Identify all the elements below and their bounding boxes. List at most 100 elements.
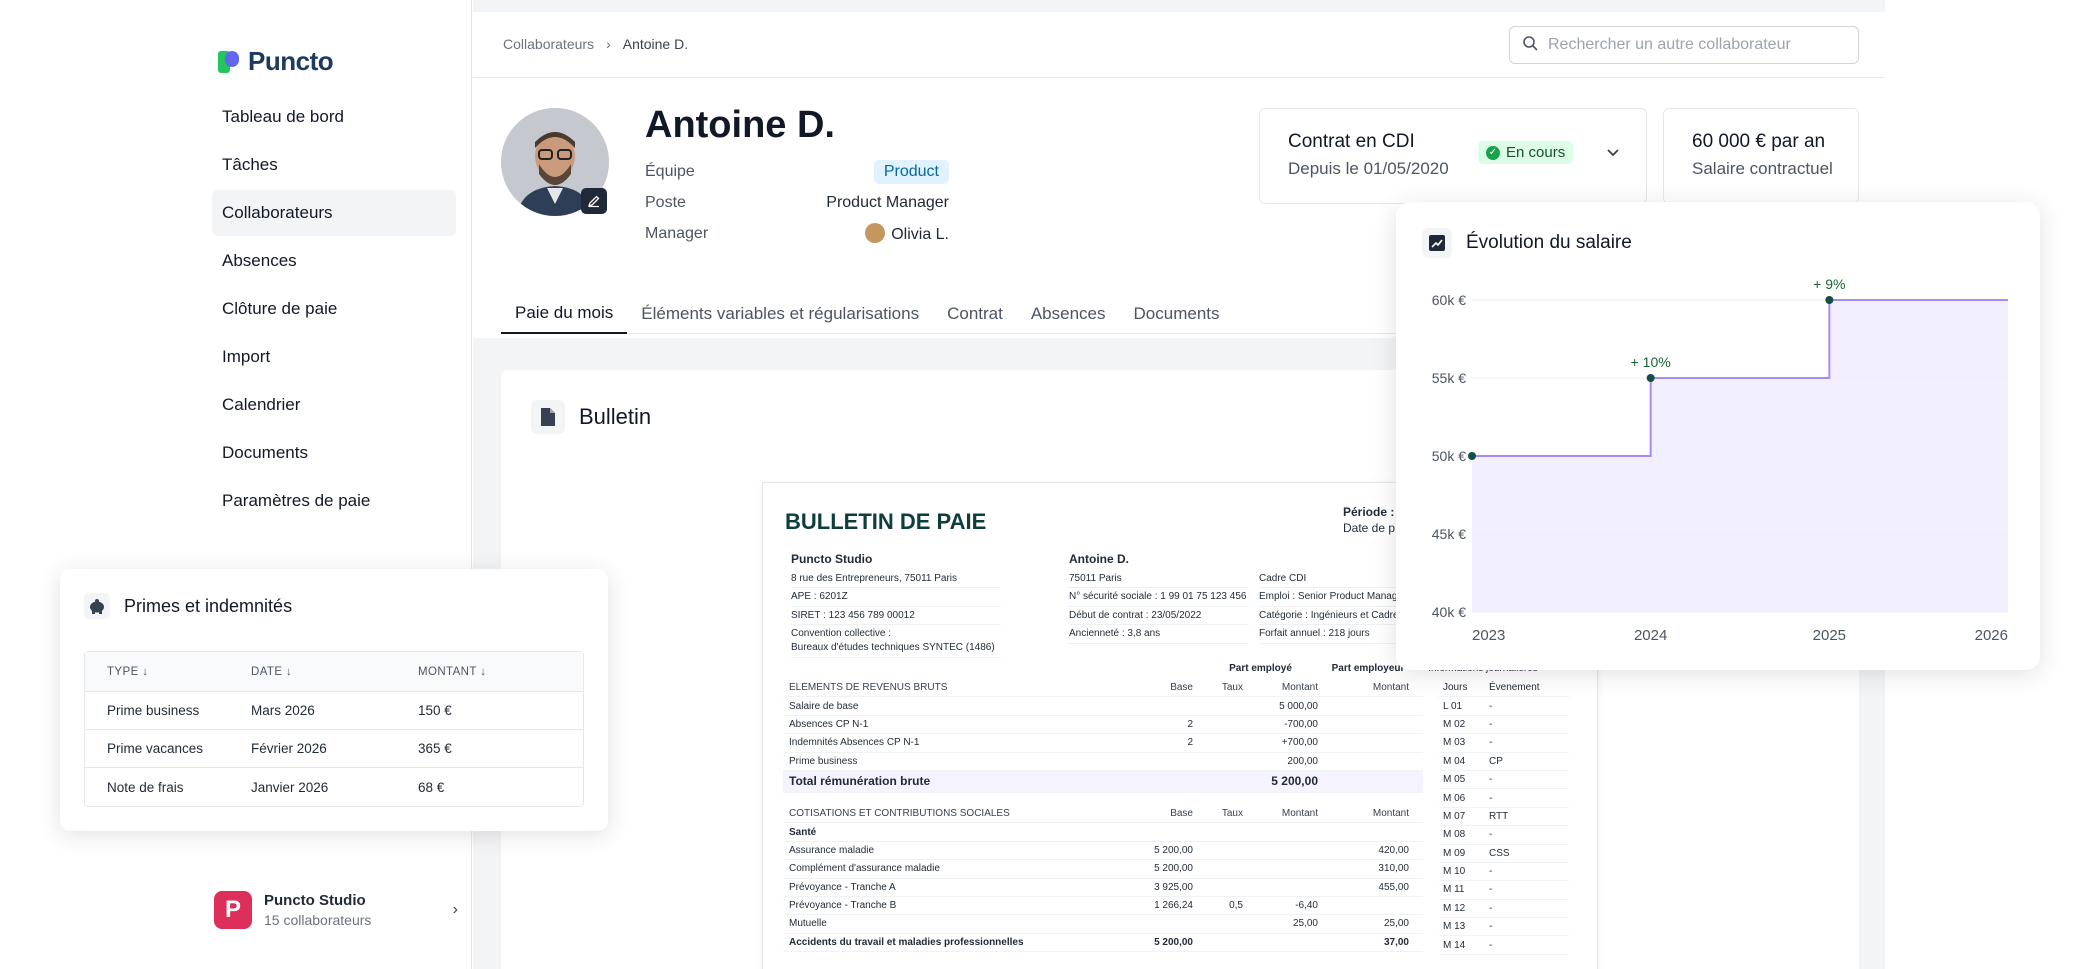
sidebar-item-cloture-de-paie[interactable]: Clôture de paie: [212, 286, 456, 332]
row-montant: 25,00: [1292, 918, 1318, 930]
day-event: -: [1489, 774, 1493, 786]
contract-card[interactable]: Contrat en CDI Depuis le 01/05/2020 ✓ En …: [1259, 108, 1647, 204]
contract-spacer: [1259, 551, 1419, 570]
topbar: Collaborateurs › Antoine D.: [473, 12, 1885, 78]
tab-contrat[interactable]: Contrat: [933, 294, 1017, 334]
salary-chart-card: Évolution du salaire 60k €55k €50k €45k …: [1396, 202, 2040, 670]
prime-montant: 365 €: [418, 741, 452, 756]
payslip-title: BULLETIN DE PAIE: [785, 509, 987, 534]
cotisation-row: Santé: [783, 823, 1423, 842]
manager-label: Manager: [645, 224, 709, 242]
sidebar-item-tableau-de-bord[interactable]: Tableau de bord: [212, 94, 456, 140]
chevron-right-icon: ›: [452, 901, 458, 918]
sidebar-item-import[interactable]: Import: [212, 334, 456, 380]
breadcrumb-separator: ›: [606, 36, 611, 52]
position-label: Poste: [645, 193, 686, 211]
total-row: Total rémunération brute 5 200,00: [783, 770, 1423, 793]
tab-elements-variables[interactable]: Éléments variables et régularisations: [627, 294, 933, 334]
row-label: Indemnités Absences CP N-1: [789, 737, 920, 749]
day-row: M 05 -: [1439, 771, 1569, 790]
day-label: M 10: [1443, 866, 1466, 878]
sort-date[interactable]: DATE ↓: [251, 666, 418, 678]
col-base: Base: [1170, 682, 1193, 694]
day-event: -: [1489, 718, 1493, 730]
col-label: COTISATIONS ET CONTRIBUTIONS SOCIALES: [789, 808, 1010, 820]
x-tick-label: 2025: [1813, 627, 1846, 644]
row-taux: 0,5: [1229, 900, 1243, 912]
breadcrumb-root[interactable]: Collaborateurs: [503, 36, 594, 52]
day-event: -: [1489, 902, 1493, 914]
edit-avatar-icon[interactable]: [581, 188, 607, 214]
cotisation-row: Complément d'assurance maladie 5 200,00 31…: [783, 860, 1423, 879]
payslip-date: Date de p: [1343, 521, 1396, 535]
day-row: M 08 -: [1439, 826, 1569, 845]
sidebar-nav: Tableau de bord Tâches Collaborateurs Ab…: [212, 94, 456, 526]
manager-value[interactable]: Olivia L.: [865, 223, 949, 244]
salary-chart: 60k € 55k € 50k € 45k € 40k € + 10% + 9% 2023 20…: [1432, 276, 2008, 644]
brand-logo[interactable]: Puncto: [216, 46, 334, 77]
row-base: 1 266,24: [1154, 900, 1193, 912]
days-col-jours: Jours: [1443, 682, 1468, 694]
col-label: ÉLÉMENTS DE REVENUS BRUTS: [789, 682, 948, 694]
sort-type[interactable]: TYPE ↓: [85, 666, 251, 678]
sidebar-item-collaborateurs[interactable]: Collaborateurs: [212, 190, 456, 236]
row-base: 5 200,00: [1154, 936, 1193, 948]
breadcrumb-current: Antoine D.: [622, 36, 689, 52]
primes-rows: Prime business Mars 2026 150 € Prime vacanc…: [85, 692, 583, 806]
chevron-down-icon[interactable]: [1606, 145, 1620, 161]
col-montant-employer: Montant: [1372, 808, 1409, 820]
org-switcher[interactable]: P Puncto Studio 15 collaborateurs ›: [214, 886, 458, 934]
annotation-label: + 9%: [1813, 276, 1845, 292]
puncto-logo-icon: [216, 48, 244, 76]
prime-date: Janvier 2026: [251, 779, 329, 795]
table-spacer: [783, 793, 1423, 805]
day-event: -: [1489, 700, 1493, 712]
sidebar-item-absences[interactable]: Absences: [212, 238, 456, 284]
cotisation-row: Prévoyance - Tranche B 1 266,24 0,5 -6,40: [783, 897, 1423, 916]
day-event: RTT: [1489, 810, 1509, 822]
bulletin-title: Bulletin: [531, 400, 651, 434]
table-row[interactable]: Prime vacances Février 2026 365 €: [85, 730, 583, 768]
employer-line: APE : 6201Z: [791, 588, 1001, 607]
col-montant: Montant: [1281, 682, 1318, 694]
contract-line: Emploi : Senior Product Manage: [1259, 588, 1419, 607]
prime-montant: 150 €: [418, 703, 452, 718]
day-event: -: [1489, 866, 1493, 878]
day-label: M 05: [1443, 774, 1466, 786]
org-count: 15 collaborateurs: [264, 912, 372, 928]
sidebar-item-documents[interactable]: Documents: [212, 430, 456, 476]
position-value: Product Manager: [826, 193, 949, 211]
row-label: Salaire de base: [789, 700, 859, 712]
tab-documents[interactable]: Documents: [1120, 294, 1234, 334]
day-label: M 11: [1443, 884, 1465, 896]
search-box[interactable]: [1509, 26, 1859, 64]
sort-montant[interactable]: MONTANT ↓: [418, 666, 578, 678]
table-row[interactable]: Prime business Mars 2026 150 €: [85, 692, 583, 730]
row-base: 3 925,00: [1154, 881, 1193, 893]
cotisation-row: Accidents du travail et maladies profess…: [783, 934, 1423, 953]
col-montant: Montant: [1281, 808, 1318, 820]
col-taux: Taux: [1221, 682, 1243, 694]
table-row[interactable]: Note de frais Janvier 2026 68 €: [85, 768, 583, 806]
day-label: M 04: [1443, 755, 1466, 767]
sidebar-item-calendrier[interactable]: Calendrier: [212, 382, 456, 428]
day-row: M 02 -: [1439, 716, 1569, 735]
day-label: M 08: [1443, 829, 1466, 841]
sidebar-item-taches[interactable]: Tâches: [212, 142, 456, 188]
tab-absences[interactable]: Absences: [1017, 294, 1120, 334]
row-base: 5 200,00: [1154, 844, 1193, 856]
brand-name: Puncto: [248, 46, 334, 76]
org-name: Puncto Studio: [264, 892, 366, 909]
manager-avatar: [865, 223, 886, 243]
cotisation-row: Assurance maladie 5 200,00 420,00: [783, 842, 1423, 861]
search-input[interactable]: [1548, 36, 1848, 54]
total-montant: 5 200,00: [1271, 774, 1318, 789]
row-employer: 25,00: [1383, 918, 1409, 930]
day-event: CP: [1489, 755, 1503, 767]
tab-paie-du-mois[interactable]: Paie du mois: [501, 294, 628, 334]
sidebar-item-parametres-de-paie[interactable]: Paramètres de paie: [212, 478, 456, 524]
day-label: M 13: [1443, 921, 1466, 933]
row-employer: 455,00: [1378, 881, 1409, 893]
primes-card: Primes et indemnités TYPE ↓ DATE ↓ MONTA…: [60, 569, 608, 831]
row-employer: 420,00: [1378, 844, 1409, 856]
